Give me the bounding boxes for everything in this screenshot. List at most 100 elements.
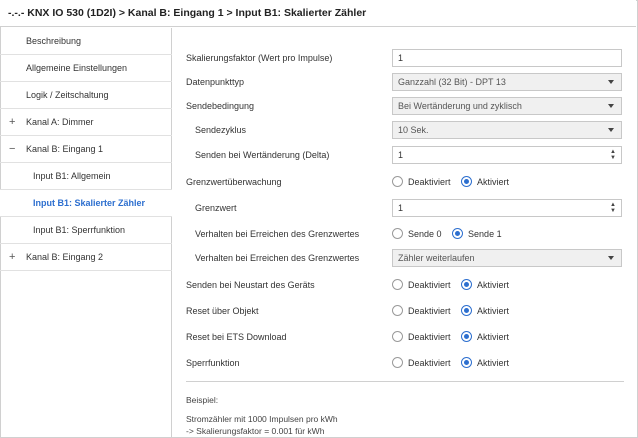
reset-ets-aktiviert-radio[interactable]: Aktiviert: [461, 325, 509, 349]
send-1-radio[interactable]: Sende 1: [452, 222, 502, 246]
parameter-panel: Skalierungsfaktor (Wert pro Impulse) 1 D…: [186, 28, 626, 438]
radio-label: Aktiviert: [477, 332, 510, 342]
spinner-arrows-icon[interactable]: ▲ ▼: [610, 202, 616, 214]
row-limit-behavior-1: Verhalten bei Erreichen des Grenzwertes …: [186, 222, 626, 246]
lock-function-aktiviert-radio[interactable]: Aktiviert: [461, 351, 509, 375]
chevron-down-icon: [608, 80, 614, 84]
sidebar-item-kanal-b-eingang-2[interactable]: + Kanal B: Eingang 2: [0, 244, 172, 271]
chevron-down-icon: [608, 104, 614, 108]
radio-on-icon: [461, 357, 473, 368]
reset-ets-radio-group: Deaktiviert Aktiviert: [392, 325, 517, 349]
lock-function-deaktiviert-radio[interactable]: Deaktiviert: [392, 351, 451, 375]
param-label: Skalierungsfaktor (Wert pro Impulse): [186, 53, 333, 63]
radio-off-icon: [392, 357, 403, 368]
sidebar-item-input-b1-skalierter-zaehler[interactable]: Input B1: Skalierter Zähler: [0, 190, 172, 217]
sidebar-item-kanal-b-eingang-1[interactable]: − Kanal B: Eingang 1: [0, 136, 172, 163]
sidebar-item-label: Input B1: Allgemein: [33, 171, 111, 181]
sidebar-item-logik[interactable]: Logik / Zeitschaltung: [0, 82, 172, 109]
param-label: Senden bei Neustart des Geräts: [186, 280, 315, 290]
sidebar-item-label: Kanal A: Dimmer: [26, 117, 94, 127]
radio-label: Aktiviert: [477, 306, 510, 316]
param-label: Grenzwert: [195, 203, 237, 213]
send-0-radio[interactable]: Sende 0: [392, 222, 442, 246]
radio-label: Sende 0: [408, 229, 442, 239]
radio-on-icon: [452, 228, 464, 239]
sidebar-item-label: Beschreibung: [26, 36, 82, 46]
limit-monitor-aktiviert-radio[interactable]: Aktiviert: [461, 170, 509, 194]
radio-label: Deaktiviert: [408, 332, 451, 342]
sidebar-item-label: Input B1: Skalierter Zähler: [33, 198, 146, 208]
param-label: Sendezyklus: [195, 125, 247, 135]
chevron-down-icon: [608, 128, 614, 132]
send-delta-stepper[interactable]: 1 ▲ ▼: [392, 146, 622, 164]
sidebar-item-label: Allgemeine Einstellungen: [26, 63, 128, 73]
param-label: Sendebedingung: [186, 101, 255, 111]
expand-plus-icon[interactable]: +: [9, 109, 15, 135]
radio-label: Aktiviert: [477, 177, 510, 187]
reset-object-deaktiviert-radio[interactable]: Deaktiviert: [392, 299, 451, 323]
reset-ets-deaktiviert-radio[interactable]: Deaktiviert: [392, 325, 451, 349]
row-limit-behavior-2: Verhalten bei Erreichen des Grenzwertes …: [186, 246, 626, 270]
radio-off-icon: [392, 279, 403, 290]
radio-label: Aktiviert: [477, 280, 510, 290]
sidebar-item-input-b1-sperrfunktion[interactable]: Input B1: Sperrfunktion: [0, 217, 172, 244]
send-restart-aktiviert-radio[interactable]: Aktiviert: [461, 273, 509, 297]
radio-off-icon: [392, 228, 403, 239]
limit-value-stepper[interactable]: 1 ▲ ▼: [392, 199, 622, 217]
limit-behavior-value: Zähler weiterlaufen: [398, 253, 475, 263]
scale-factor-value: 1: [398, 53, 404, 63]
row-send-condition: Sendebedingung Bei Wertänderung und zykl…: [186, 94, 626, 118]
collapse-minus-icon[interactable]: −: [9, 136, 15, 162]
radio-on-icon: [461, 331, 473, 342]
radio-label: Aktiviert: [477, 358, 510, 368]
limit-behavior-select[interactable]: Zähler weiterlaufen: [392, 249, 622, 267]
param-label: Senden bei Wertänderung (Delta): [195, 150, 330, 160]
param-label: Grenzwertüberwachung: [186, 177, 282, 187]
param-label: Reset bei ETS Download: [186, 332, 287, 342]
send-restart-deaktiviert-radio[interactable]: Deaktiviert: [392, 273, 451, 297]
radio-on-icon: [461, 176, 473, 187]
reset-object-radio-group: Deaktiviert Aktiviert: [392, 299, 517, 323]
sidebar-item-input-b1-allgemein[interactable]: Input B1: Allgemein: [0, 163, 172, 190]
dpt-select[interactable]: Ganzzahl (32 Bit) - DPT 13: [392, 73, 622, 91]
radio-label: Deaktiviert: [408, 306, 451, 316]
spinner-arrows-icon[interactable]: ▲ ▼: [610, 149, 616, 161]
radio-label: Sende 1: [468, 229, 502, 239]
section-divider: [186, 381, 624, 382]
row-scale-factor: Skalierungsfaktor (Wert pro Impulse) 1: [186, 46, 626, 70]
sidebar-item-allgemeine-einstellungen[interactable]: Allgemeine Einstellungen: [0, 55, 172, 82]
note-heading: Beispiel:: [186, 395, 219, 405]
radio-label: Deaktiviert: [408, 177, 451, 187]
limit-monitor-radio-group: Deaktiviert Aktiviert: [392, 170, 517, 194]
expand-plus-icon[interactable]: +: [9, 244, 15, 270]
row-limit-monitor: Grenzwertüberwachung Deaktiviert Aktivie…: [186, 170, 626, 194]
sidebar-item-label: Kanal B: Eingang 1: [26, 144, 104, 154]
param-label: Reset über Objekt: [186, 306, 259, 316]
row-reset-object: Reset über Objekt Deaktiviert Aktiviert: [186, 299, 626, 323]
dpt-value: Ganzzahl (32 Bit) - DPT 13: [398, 77, 506, 87]
reset-object-aktiviert-radio[interactable]: Aktiviert: [461, 299, 509, 323]
send-cycle-select[interactable]: 10 Sek.: [392, 121, 622, 139]
param-label: Datenpunkttyp: [186, 77, 245, 87]
limit-monitor-deaktiviert-radio[interactable]: Deaktiviert: [392, 170, 451, 194]
scale-factor-input[interactable]: 1: [392, 49, 622, 67]
send-restart-radio-group: Deaktiviert Aktiviert: [392, 273, 517, 297]
row-send-delta: Senden bei Wertänderung (Delta) 1 ▲ ▼: [186, 143, 626, 167]
sidebar-item-beschreibung[interactable]: Beschreibung: [0, 28, 172, 55]
param-label: Verhalten bei Erreichen des Grenzwertes: [195, 229, 360, 239]
row-limit-value: Grenzwert 1 ▲ ▼: [186, 196, 626, 220]
lock-function-radio-group: Deaktiviert Aktiviert: [392, 351, 517, 375]
note-line-2: -> Skalierungsfaktor = 0.001 für kWh: [186, 426, 325, 436]
send-condition-value: Bei Wertänderung und zyklisch: [398, 101, 522, 111]
send-condition-select[interactable]: Bei Wertänderung und zyklisch: [392, 97, 622, 115]
limit-value-value: 1: [398, 203, 404, 213]
note-line-1: Stromzähler mit 1000 Impulsen pro kWh: [186, 414, 338, 424]
sidebar-item-kanal-a[interactable]: + Kanal A: Dimmer: [0, 109, 172, 136]
row-lock-function: Sperrfunktion Deaktiviert Aktiviert: [186, 351, 626, 375]
sidebar-item-label: Logik / Zeitschaltung: [26, 90, 109, 100]
row-send-cycle: Sendezyklus 10 Sek.: [186, 118, 626, 142]
radio-on-icon: [461, 279, 473, 290]
limit-behavior-radio-group: Sende 0 Sende 1: [392, 222, 510, 246]
sidebar: Beschreibung Allgemeine Einstellungen Lo…: [0, 28, 172, 438]
row-reset-ets: Reset bei ETS Download Deaktiviert Aktiv…: [186, 325, 626, 349]
